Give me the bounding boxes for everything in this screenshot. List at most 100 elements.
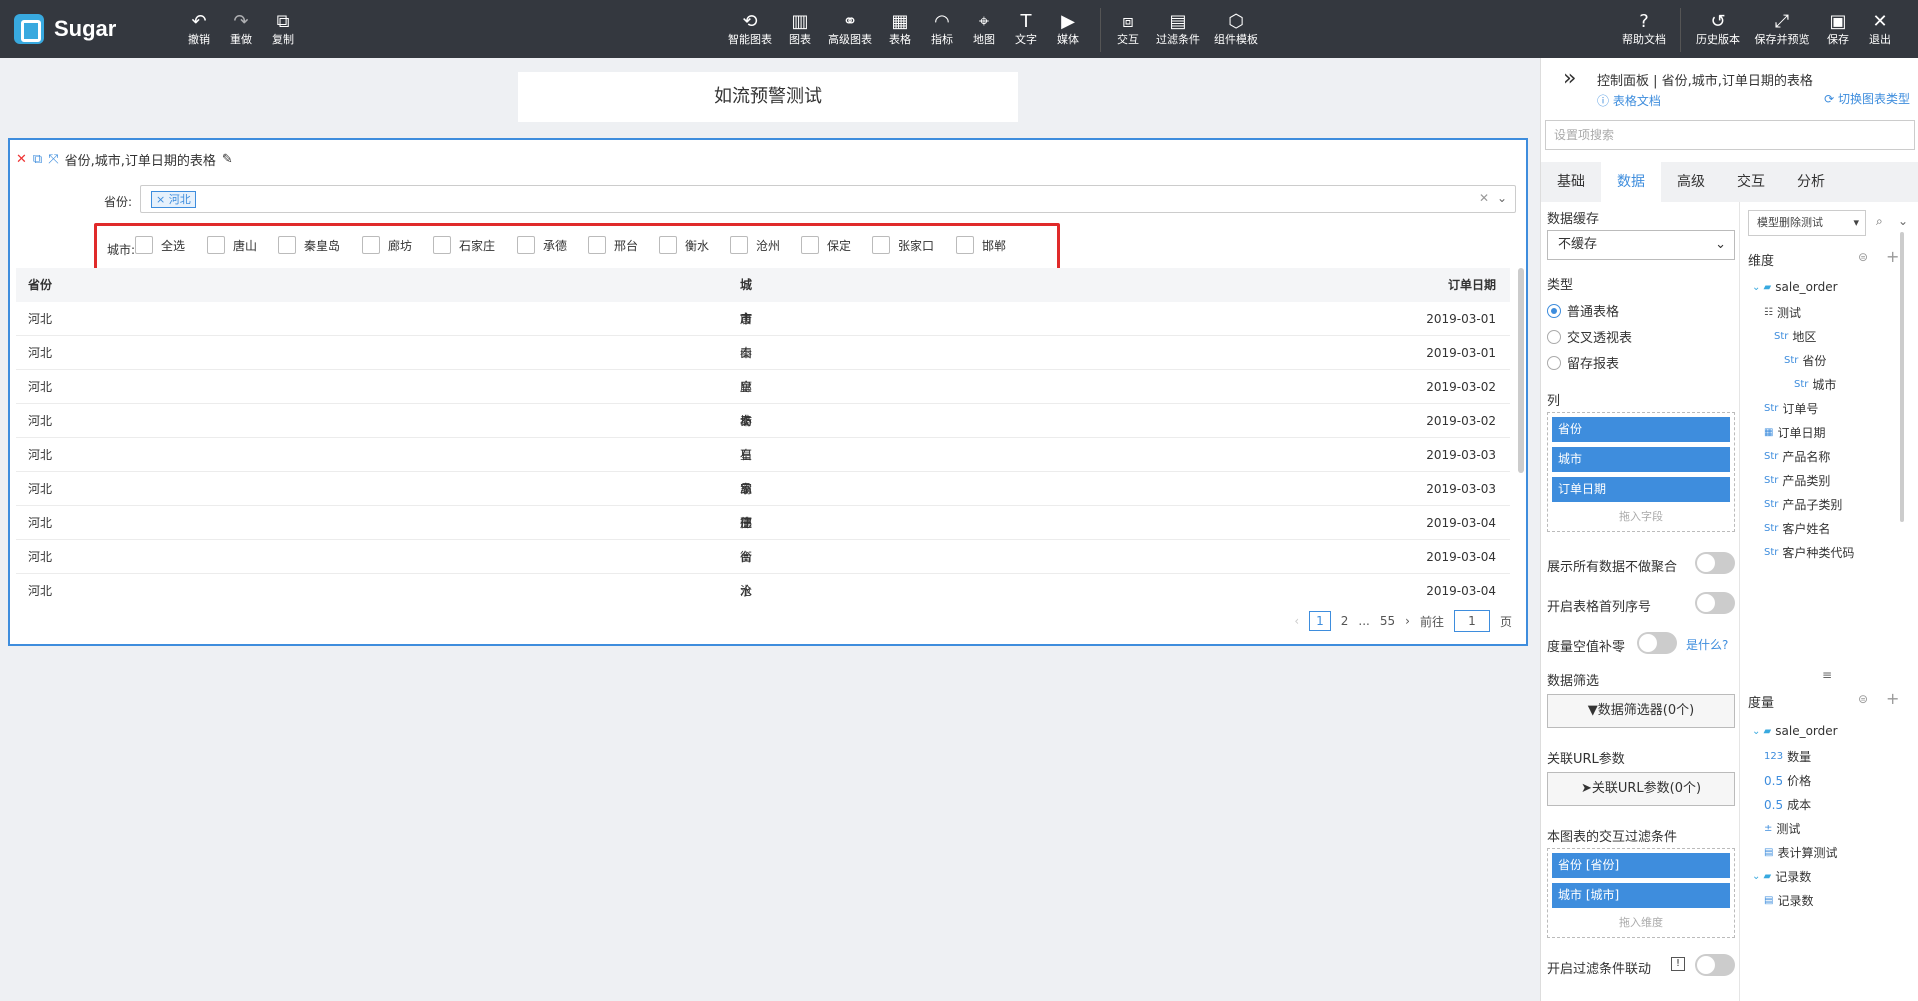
city-option[interactable]: 沧州 <box>730 236 780 254</box>
resize-handle-icon[interactable]: ≡ <box>1822 668 1832 682</box>
type-option[interactable]: 留存报表 <box>1547 353 1619 372</box>
type-option[interactable]: 普通表格 <box>1547 301 1619 320</box>
goto-page-input[interactable]: 1 <box>1453 610 1490 632</box>
checkbox[interactable] <box>362 236 380 254</box>
dashboard-title[interactable]: 如流预警测试 <box>518 72 1018 122</box>
city-option[interactable]: 衡水 <box>659 236 709 254</box>
city-option[interactable]: 邢台 <box>588 236 638 254</box>
city-option-all[interactable]: 全选 <box>135 236 185 254</box>
checkbox[interactable] <box>278 236 296 254</box>
columns-dropzone[interactable]: 省份 城市 订单日期 拖入字段 <box>1547 412 1735 532</box>
tree-item[interactable]: Str 省份 <box>1784 352 1826 369</box>
city-option[interactable]: 唐山 <box>207 236 257 254</box>
province-tag[interactable]: × 河北 <box>151 191 196 208</box>
tree-scrollbar[interactable] <box>1900 232 1904 522</box>
collapse-panel-icon[interactable]: » <box>1563 66 1576 91</box>
smart-chart-button[interactable]: ⟲ 智能图表 <box>724 11 776 53</box>
type-option[interactable]: 交叉透视表 <box>1547 327 1632 346</box>
fullscreen-icon[interactable]: ⤧ <box>48 152 58 167</box>
switch-chart-type-link[interactable]: ⟳ 切换图表类型 <box>1824 90 1910 107</box>
tree-item[interactable]: 0.5 成本 <box>1764 796 1811 813</box>
history-button[interactable]: ↺ 历史版本 <box>1692 11 1744 53</box>
delete-icon[interactable]: ✕ <box>16 152 27 167</box>
page-link[interactable]: 55 <box>1380 614 1395 628</box>
checkbox[interactable] <box>135 236 153 254</box>
city-option[interactable]: 邯郸 <box>956 236 1006 254</box>
checkbox[interactable] <box>588 236 606 254</box>
checkbox[interactable] <box>730 236 748 254</box>
add-dimension-icon[interactable]: + <box>1886 247 1899 266</box>
radio[interactable] <box>1547 355 1561 370</box>
tag-remove-icon[interactable]: × <box>156 193 169 206</box>
column-field[interactable]: 订单日期 <box>1552 477 1730 502</box>
column-field[interactable]: 省份 <box>1552 417 1730 442</box>
tree-item[interactable]: ▤ 记录数 <box>1764 892 1813 909</box>
copy-button[interactable]: ⧉ 复制 <box>267 11 299 53</box>
help-doc-button[interactable]: ? 帮助文档 <box>1618 11 1670 53</box>
radio-selected[interactable] <box>1547 303 1561 318</box>
chevron-down-icon[interactable]: ⌄ <box>1898 214 1908 228</box>
checkbox[interactable] <box>956 236 974 254</box>
province-select[interactable]: × 河北 ✕ ⌄ <box>140 185 1516 213</box>
dimension-setting-icon[interactable]: ⊜ <box>1858 250 1868 264</box>
advanced-chart-button[interactable]: ⚭ 高级图表 <box>824 11 876 53</box>
model-select[interactable]: 模型删除测试 ▾ <box>1748 210 1866 236</box>
column-header-province[interactable]: 省份 <box>16 268 736 302</box>
tab-basic[interactable]: 基础 <box>1541 162 1601 202</box>
tab-interaction[interactable]: 交互 <box>1721 162 1781 202</box>
tree-item[interactable]: ▤ 表计算测试 <box>1764 844 1837 861</box>
checkbox[interactable] <box>517 236 535 254</box>
filter-condition-button[interactable]: ▤ 过滤条件 <box>1152 11 1204 53</box>
tree-item[interactable]: ⌄ ▰ sale_order <box>1752 280 1838 294</box>
text-button[interactable]: T 文字 <box>1010 11 1042 53</box>
tree-item[interactable]: 0.5 价格 <box>1764 772 1811 789</box>
undo-button[interactable]: ↶ 撤销 <box>183 11 215 53</box>
city-option[interactable]: 廊坊 <box>362 236 412 254</box>
column-header-date[interactable]: 订单日期 <box>756 268 1506 302</box>
tree-item[interactable]: Str 产品名称 <box>1764 448 1830 465</box>
interaction-button[interactable]: ⧈ 交互 <box>1112 11 1144 53</box>
tree-item[interactable]: Str 地区 <box>1774 328 1816 345</box>
tree-item[interactable]: Str 订单号 <box>1764 400 1818 417</box>
prev-page-icon[interactable]: ‹ <box>1294 614 1299 628</box>
tab-advanced[interactable]: 高级 <box>1661 162 1721 202</box>
city-option[interactable]: 石家庄 <box>433 236 495 254</box>
tree-item[interactable]: Str 产品类别 <box>1764 472 1830 489</box>
duplicate-icon[interactable]: ⧉ <box>33 152 42 167</box>
tree-item[interactable]: Str 产品子类别 <box>1764 496 1842 513</box>
table-doc-link[interactable]: ⓘ 表格文档 <box>1597 92 1661 109</box>
save-button[interactable]: ▣ 保存 <box>1822 11 1854 53</box>
checkbox[interactable] <box>207 236 225 254</box>
radio[interactable] <box>1547 329 1561 344</box>
tree-item[interactable]: ⌄ ▰ 记录数 <box>1752 868 1811 885</box>
toggle-switch[interactable] <box>1695 552 1735 574</box>
city-option[interactable]: 保定 <box>801 236 851 254</box>
next-page-icon[interactable]: › <box>1405 614 1410 628</box>
tree-item[interactable]: Str 城市 <box>1794 376 1836 393</box>
interaction-field[interactable]: 省份 [省份] <box>1552 853 1730 878</box>
tree-item[interactable]: ▦ 订单日期 <box>1764 424 1825 441</box>
url-param-button[interactable]: ➤关联URL参数(0个) <box>1547 772 1735 806</box>
data-filter-button[interactable]: ▼数据筛选器(0个) <box>1547 694 1735 728</box>
tree-item[interactable]: ⌄ ▰ sale_order <box>1752 724 1838 738</box>
measure-setting-icon[interactable]: ⊜ <box>1858 692 1868 706</box>
table-chart-widget[interactable]: ✕ ⧉ ⤧ 省份,城市,订单日期的表格 ✎ 省份: × 河北 ✕ ⌄ 城市: 全… <box>8 138 1528 646</box>
media-button[interactable]: ▶ 媒体 <box>1052 11 1084 53</box>
column-header-city[interactable]: 城市 <box>736 268 756 326</box>
toggle-switch[interactable] <box>1637 632 1677 654</box>
map-button[interactable]: ⌖ 地图 <box>968 11 1000 53</box>
redo-button[interactable]: ↷ 重做 <box>225 11 257 53</box>
tree-item[interactable]: ± 测试 <box>1764 820 1800 837</box>
search-icon[interactable]: ⌕ <box>1876 214 1883 229</box>
edit-title-icon[interactable]: ✎ <box>222 152 233 167</box>
table-button[interactable]: ▦ 表格 <box>884 11 916 53</box>
save-preview-button[interactable]: ⤢ 保存并预览 <box>1752 11 1812 53</box>
tree-item[interactable]: 123 数量 <box>1764 748 1811 765</box>
page-link[interactable]: 2 <box>1341 614 1349 628</box>
tree-item[interactable]: Str 客户种类代码 <box>1764 544 1854 561</box>
page-current[interactable]: 1 <box>1309 611 1331 631</box>
checkbox[interactable] <box>872 236 890 254</box>
city-option[interactable]: 秦皇岛 <box>278 236 340 254</box>
tree-item[interactable]: ☷ 测试 <box>1764 304 1801 321</box>
add-measure-icon[interactable]: + <box>1886 689 1899 708</box>
